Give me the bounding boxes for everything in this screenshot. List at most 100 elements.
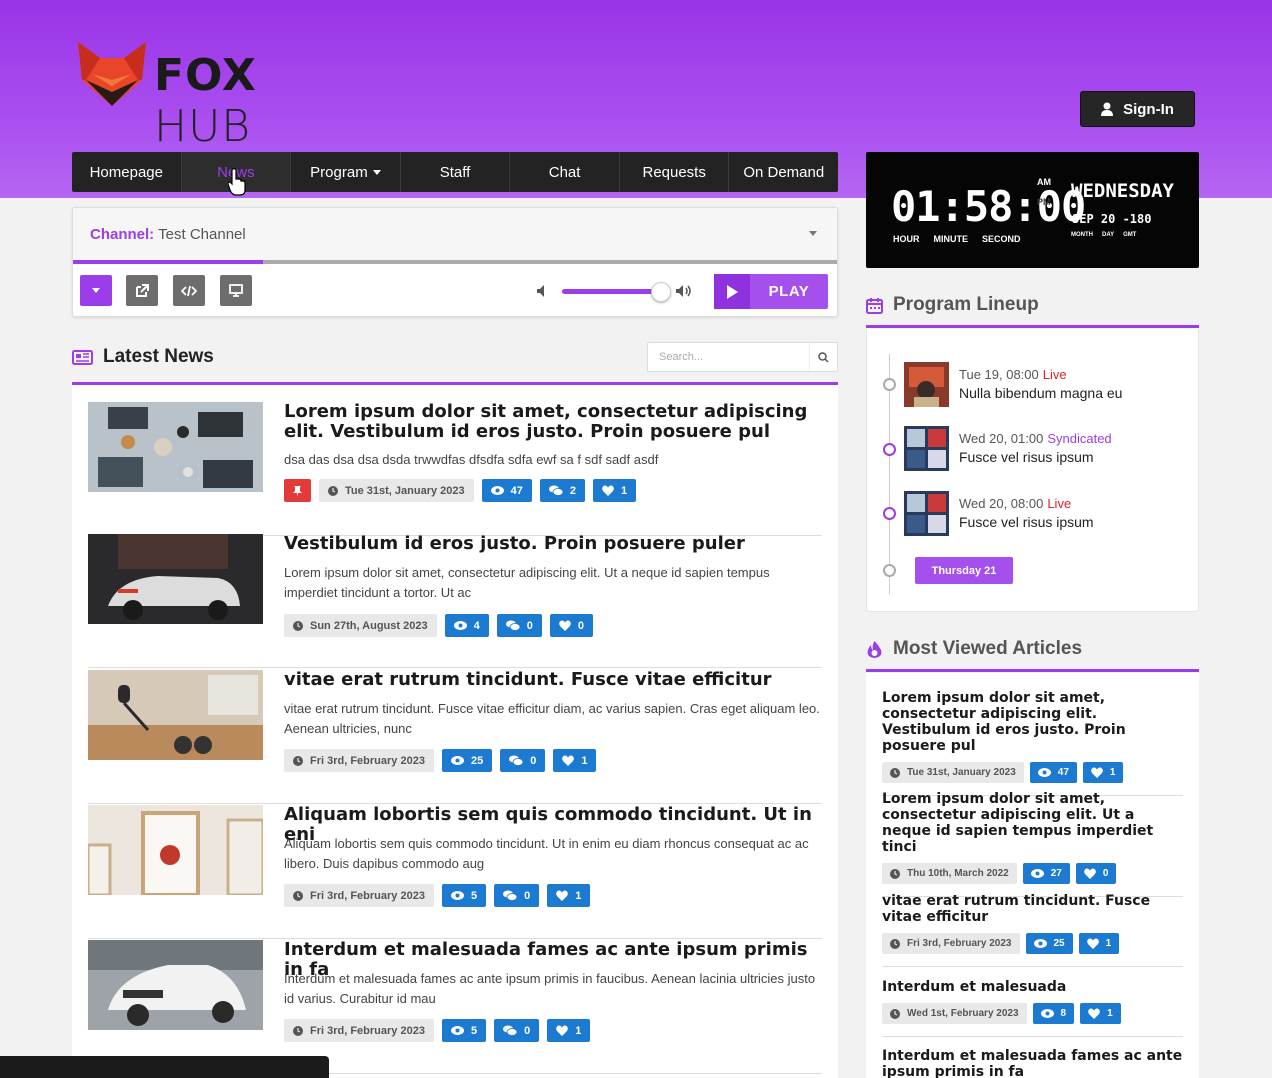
clock-icon — [293, 620, 303, 631]
clock-time: 01:58:00 — [891, 182, 1086, 231]
heart-icon — [1083, 868, 1096, 879]
progress-fill — [73, 260, 263, 264]
channel-selector[interactable]: Channel: Test Channel — [73, 208, 837, 260]
clock-day: WEDNESDAY — [1071, 180, 1174, 202]
likes-badge[interactable]: 1 — [1078, 933, 1120, 954]
nav-item-requests[interactable]: Requests — [620, 152, 730, 192]
news-thumbnail[interactable] — [88, 402, 263, 492]
nav-item-staff[interactable]: Staff — [401, 152, 511, 192]
news-item[interactable]: Lorem ipsum dolor sit amet, consectetur … — [88, 402, 822, 536]
comments-count: 2 — [569, 484, 577, 497]
play-button[interactable]: PLAY — [714, 274, 828, 309]
comments-badge[interactable]: 0 — [494, 1019, 540, 1042]
views-count: 47 — [510, 484, 523, 497]
lineup-item[interactable]: Wed 20, 01:00 Syndicated Fusce vel risus … — [904, 426, 1194, 472]
article-title[interactable]: Lorem ipsum dolor sit amet, consectetur … — [882, 690, 1183, 754]
volume-slider-handle[interactable] — [651, 282, 671, 302]
date-badge: Fri 3rd, February 2023 — [882, 933, 1020, 954]
hour-label: HOUR — [893, 234, 920, 244]
news-title[interactable]: Lorem ipsum dolor sit amet, consectetur … — [284, 402, 814, 442]
news-excerpt: vitae erat rutrum tincidunt. Fusce vitae… — [284, 701, 820, 736]
likes-badge[interactable]: 0 — [1075, 863, 1117, 884]
news-thumbnail[interactable] — [88, 534, 263, 624]
chevron-down-icon — [809, 231, 817, 236]
minute-label: MINUTE — [933, 234, 969, 244]
news-thumbnail[interactable] — [88, 805, 263, 895]
news-item[interactable]: Interdum et malesuada fames ac ante ipsu… — [88, 940, 822, 1074]
channel-value: Test Channel — [158, 225, 246, 243]
most-viewed-heading: Most Viewed Articles — [866, 638, 1082, 660]
nav-item-homepage[interactable]: Homepage — [72, 152, 182, 192]
comments-badge[interactable]: 0 — [500, 749, 546, 772]
comments-badge[interactable]: 2 — [539, 479, 586, 502]
lineup-time: Tue 19, 08:00 Live — [959, 367, 1067, 382]
news-title[interactable]: Vestibulum id eros justo. Proin posuere … — [284, 534, 814, 554]
most-viewed-item[interactable]: Interdum et malesuada Wed 1st, February … — [882, 979, 1183, 1037]
site-logo[interactable]: FOX HUB — [78, 40, 368, 152]
heart-icon — [1088, 1008, 1100, 1019]
date-badge: Thu 10th, March 2022 — [882, 863, 1017, 884]
most-viewed-item[interactable]: Interdum et malesuada fames ac ante ipsu… — [882, 1048, 1183, 1078]
section-title: Program Lineup — [893, 294, 1039, 315]
most-viewed-item[interactable]: vitae erat rutrum tincidunt. Fusce vitae… — [882, 893, 1183, 967]
likes-badge[interactable]: 1 — [547, 1019, 591, 1042]
likes-badge[interactable]: 1 — [1080, 1003, 1121, 1024]
volume-mute-icon[interactable] — [536, 284, 548, 298]
show-image — [904, 362, 949, 407]
likes-badge[interactable]: 1 — [547, 884, 591, 907]
article-title[interactable]: Lorem ipsum dolor sit amet, consectetur … — [882, 791, 1183, 855]
section-divider — [866, 325, 1199, 328]
clock-icon — [293, 1025, 303, 1036]
player-progress-bar[interactable] — [73, 260, 837, 264]
nav-item-program[interactable]: Program — [291, 152, 401, 192]
news-thumbnail[interactable] — [88, 940, 263, 1030]
news-title[interactable]: vitae erat rutrum tincidunt. Fusce vitae… — [284, 670, 814, 690]
news-item[interactable]: Vestibulum id eros justo. Proin posuere … — [88, 534, 822, 668]
comments-icon — [503, 1025, 518, 1036]
news-item[interactable]: Aliquam lobortis sem quis commodo tincid… — [88, 805, 822, 939]
news-search-input[interactable]: Search... — [647, 342, 838, 372]
news-thumbnail[interactable] — [88, 670, 263, 760]
month-label: MONTH — [1071, 232, 1093, 238]
lineup-item[interactable]: Wed 20, 08:00 Live Fusce vel risus ipsum — [904, 491, 1194, 537]
views-badge: 25 — [441, 749, 493, 772]
sign-in-button[interactable]: Sign-In — [1080, 91, 1195, 127]
most-viewed-item[interactable]: Lorem ipsum dolor sit amet, consectetur … — [882, 791, 1183, 897]
eye-icon — [1040, 1009, 1054, 1018]
volume-slider-track[interactable] — [562, 289, 662, 294]
views-badge: 8 — [1032, 1003, 1075, 1024]
news-item[interactable]: vitae erat rutrum tincidunt. Fusce vitae… — [88, 670, 822, 804]
comments-badge[interactable]: 0 — [496, 614, 542, 637]
comments-badge[interactable]: 0 — [494, 884, 540, 907]
eye-icon — [450, 756, 464, 765]
likes-badge[interactable]: 0 — [549, 614, 593, 637]
nav-label: Chat — [548, 163, 581, 181]
eye-icon — [1030, 869, 1044, 878]
likes-badge[interactable]: 1 — [1082, 762, 1124, 783]
nav-item-chat[interactable]: Chat — [510, 152, 620, 192]
article-title[interactable]: Interdum et malesuada fames ac ante ipsu… — [882, 1048, 1183, 1078]
eye-icon — [490, 486, 504, 495]
volume-up-icon[interactable] — [675, 284, 693, 298]
nav-item-on-demand[interactable]: On Demand — [729, 152, 838, 192]
popout-button[interactable] — [126, 275, 158, 306]
likes-count: 0 — [577, 619, 584, 632]
likes-badge[interactable]: 1 — [553, 749, 597, 772]
player-menu-button[interactable] — [80, 275, 112, 306]
hand-cursor-icon — [228, 168, 246, 196]
show-image — [904, 426, 949, 471]
likes-count: 1 — [621, 484, 628, 497]
clock-date: SEP 20 -180 — [1072, 212, 1152, 226]
article-title[interactable]: vitae erat rutrum tincidunt. Fusce vitae… — [882, 893, 1183, 925]
article-meta: Thu 10th, March 2022 27 0 — [882, 863, 1183, 884]
most-viewed-item[interactable]: Lorem ipsum dolor sit amet, consectetur … — [882, 690, 1183, 796]
timeline-dot — [883, 443, 896, 456]
embed-code-button[interactable] — [173, 275, 205, 306]
likes-badge[interactable]: 1 — [593, 479, 637, 502]
next-day-button[interactable]: Thursday 21 — [915, 557, 1013, 584]
search-icon[interactable] — [809, 343, 837, 371]
article-title[interactable]: Interdum et malesuada — [882, 979, 1183, 995]
lineup-item[interactable]: Tue 19, 08:00 Live Nulla bibendum magna e… — [904, 362, 1194, 408]
sign-in-label: Sign-In — [1123, 100, 1174, 118]
screen-button[interactable] — [220, 275, 252, 306]
